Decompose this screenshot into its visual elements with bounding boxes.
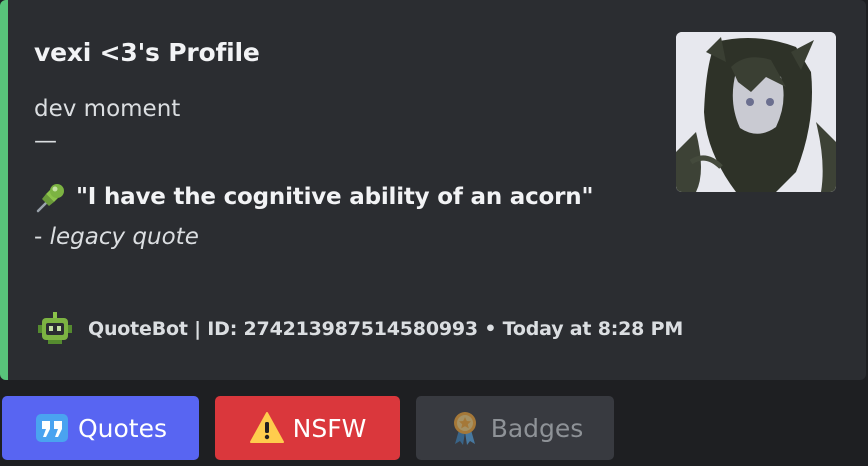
embed-separator: — <box>34 128 57 154</box>
action-row: Quotes NSFW Badges <box>2 396 614 460</box>
quote-marks-icon <box>34 410 70 446</box>
nsfw-button[interactable]: NSFW <box>215 396 400 460</box>
nsfw-button-label: NSFW <box>292 413 367 443</box>
badges-button-label: Badges <box>490 413 584 443</box>
attribution-prefix: - <box>34 224 50 250</box>
robot-icon <box>36 310 74 348</box>
medal-icon <box>447 410 483 446</box>
profile-embed: vexi <3's Profile dev moment — "I have t… <box>0 0 866 380</box>
quotes-button-label: Quotes <box>77 413 168 443</box>
message-area: vexi <3's Profile dev moment — "I have t… <box>0 0 868 466</box>
footer-text: QuoteBot | ID: 274213987514580993 • Toda… <box>88 318 684 340</box>
embed-description: dev moment <box>34 96 181 122</box>
warning-icon <box>249 410 285 446</box>
profile-thumbnail[interactable] <box>676 32 836 192</box>
embed-accent-bar <box>0 0 8 380</box>
badges-button[interactable]: Badges <box>416 396 614 460</box>
quote-row: "I have the cognitive ability of an acor… <box>34 180 593 214</box>
attribution-label: legacy quote <box>49 224 199 250</box>
embed-title: vexi <3's Profile <box>34 38 260 67</box>
embed-footer: QuoteBot | ID: 274213987514580993 • Toda… <box>36 310 683 348</box>
pushpin-icon <box>34 180 68 214</box>
quote-text: "I have the cognitive ability of an acor… <box>76 184 594 210</box>
quote-attribution: - legacy quote <box>34 224 199 250</box>
quotes-button[interactable]: Quotes <box>2 396 199 460</box>
